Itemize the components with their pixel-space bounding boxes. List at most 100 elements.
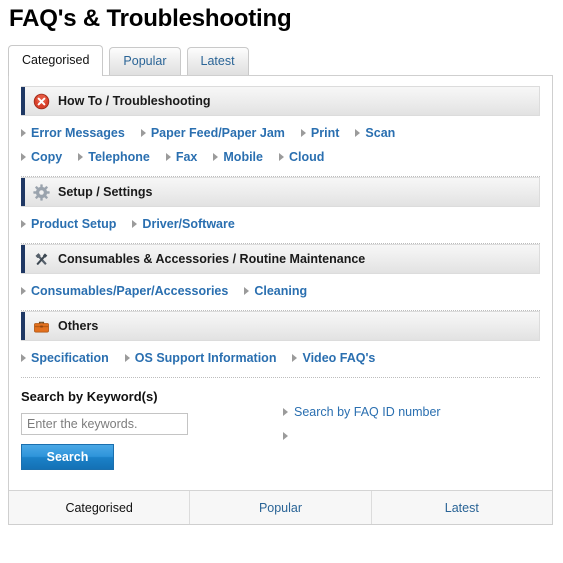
bottom-tab-popular[interactable]: Popular	[190, 491, 372, 524]
tab-label: Categorised	[22, 53, 90, 67]
side-link-row: Search by FAQ ID number	[283, 402, 540, 422]
arrow-right-icon	[300, 129, 306, 137]
bottom-tab-label: Categorised	[65, 500, 133, 515]
faq-link-label: Video FAQ's	[302, 351, 376, 365]
faq-link-label: Product Setup	[31, 217, 117, 231]
faq-link-label: Cloud	[288, 150, 325, 164]
bottom-tab-latest[interactable]: Latest	[371, 491, 552, 524]
search-by-faq-id-link[interactable]: Search by FAQ ID number	[283, 403, 441, 421]
arrow-right-icon	[132, 220, 138, 228]
arrow-right-icon	[21, 129, 26, 137]
category-accent-bar	[21, 245, 25, 273]
side-link-empty[interactable]	[283, 432, 294, 440]
page-title: FAQ's & Troubleshooting	[9, 5, 292, 32]
error-circle-icon	[33, 93, 50, 110]
category-header-others: Others	[21, 311, 540, 341]
faq-link-os-support-information[interactable]: OS Support Information	[124, 349, 277, 367]
faq-link-consumables-paper-accessories[interactable]: Consumables/Paper/Accessories	[21, 282, 228, 300]
arrow-right-icon	[21, 354, 26, 362]
arrow-right-icon	[355, 129, 361, 137]
links-row: Product Setup Driver/Software	[21, 212, 540, 236]
arrow-right-icon	[165, 153, 171, 161]
faq-link-copy[interactable]: Copy	[21, 148, 62, 166]
category-accent-bar	[21, 178, 25, 206]
search-area: Search by Keyword(s) Search Search by FA…	[21, 378, 540, 484]
faq-link-label: Print	[310, 126, 340, 140]
faq-panel-body: How To / Troubleshooting Error Messages Pa…	[9, 76, 552, 490]
search-right-column: Search by FAQ ID number	[283, 389, 540, 470]
faq-link-error-messages[interactable]: Error Messages	[21, 124, 125, 142]
arrow-right-icon	[283, 432, 288, 440]
links-row: Copy Telephone Fax Mobile Cloud	[21, 145, 540, 169]
arrow-right-icon	[21, 220, 26, 228]
faq-link-label: Specification	[31, 351, 109, 365]
tab-latest[interactable]: Latest	[186, 47, 249, 76]
faq-link-label: Error Messages	[31, 126, 125, 140]
faq-link-print[interactable]: Print	[300, 124, 340, 142]
category-accent-bar	[21, 87, 25, 115]
faq-link-label: Scan	[365, 126, 396, 140]
category-header-setup-settings: Setup / Settings	[21, 177, 540, 207]
links-row: Specification OS Support Information Video…	[21, 346, 540, 370]
faq-link-label: Fax	[175, 150, 198, 164]
faq-link-scan[interactable]: Scan	[355, 124, 395, 142]
arrow-right-icon	[244, 287, 250, 295]
tab-categorised[interactable]: Categorised	[8, 45, 104, 76]
tab-strip: Categorised Popular Latest	[8, 44, 563, 76]
category-links-others: Specification OS Support Information Video…	[21, 341, 540, 378]
category-title: How To / Troubleshooting	[58, 94, 211, 108]
faq-link-label: Cleaning	[254, 284, 308, 298]
tools-icon	[33, 251, 50, 268]
category-list: How To / Troubleshooting Error Messages Pa…	[21, 86, 540, 378]
faq-link-label: Driver/Software	[142, 217, 235, 231]
bottom-tab-categorised[interactable]: Categorised	[9, 491, 191, 524]
faq-link-specification[interactable]: Specification	[21, 349, 109, 367]
search-input[interactable]	[21, 413, 188, 435]
side-link-row	[283, 426, 540, 446]
faq-link-label: Telephone	[88, 150, 150, 164]
faq-link-telephone[interactable]: Telephone	[78, 148, 150, 166]
faq-link-cleaning[interactable]: Cleaning	[244, 282, 307, 300]
category-title: Setup / Settings	[58, 185, 153, 199]
category-links-how-to-troubleshooting: Error Messages Paper Feed/Paper Jam Print S…	[21, 116, 540, 177]
category-title: Consumables & Accessories / Routine Main…	[58, 252, 366, 266]
faq-link-video-faq-s[interactable]: Video FAQ's	[292, 349, 375, 367]
category-header-consumables-accessories-routine-maintenance: Consumables & Accessories / Routine Main…	[21, 244, 540, 274]
side-link-label: Search by FAQ ID number	[294, 405, 441, 419]
arrow-right-icon	[292, 354, 298, 362]
faq-panel: How To / Troubleshooting Error Messages Pa…	[8, 75, 553, 525]
search-by-keyword-label: Search by Keyword(s)	[21, 389, 158, 404]
links-row: Consumables/Paper/Accessories Cleaning	[21, 279, 540, 303]
arrow-right-icon	[283, 408, 288, 416]
faq-link-label: Copy	[31, 150, 63, 164]
faq-link-mobile[interactable]: Mobile	[213, 148, 263, 166]
search-button[interactable]: Search	[21, 444, 114, 470]
tab-label: Popular	[123, 54, 167, 68]
category-title: Others	[58, 319, 99, 333]
bottom-tab-label: Latest	[444, 500, 479, 515]
faq-link-label: Paper Feed/Paper Jam	[150, 126, 285, 140]
category-header-how-to-troubleshooting: How To / Troubleshooting	[21, 86, 540, 116]
arrow-right-icon	[124, 354, 130, 362]
bottom-tab-bar: Categorised Popular Latest	[9, 490, 552, 524]
search-left-column: Search by Keyword(s) Search	[21, 389, 283, 470]
arrow-right-icon	[213, 153, 219, 161]
gear-icon	[33, 183, 50, 201]
faq-link-paper-feed-paper-jam[interactable]: Paper Feed/Paper Jam	[140, 124, 285, 142]
arrow-right-icon	[278, 153, 284, 161]
tab-popular[interactable]: Popular	[109, 47, 181, 76]
faq-link-label: Consumables/Paper/Accessories	[31, 284, 229, 298]
category-accent-bar	[21, 312, 25, 340]
tab-label: Latest	[200, 54, 235, 68]
arrow-right-icon	[21, 287, 26, 295]
faq-link-product-setup[interactable]: Product Setup	[21, 215, 116, 233]
bottom-tab-label: Popular	[258, 500, 303, 515]
arrow-right-icon	[78, 153, 84, 161]
category-links-consumables-accessories-routine-maintenance: Consumables/Paper/Accessories Cleaning	[21, 274, 540, 311]
faq-link-label: OS Support Information	[134, 351, 277, 365]
faq-link-driver-software[interactable]: Driver/Software	[132, 215, 235, 233]
arrow-right-icon	[21, 153, 26, 161]
faq-link-cloud[interactable]: Cloud	[278, 148, 325, 166]
faq-link-fax[interactable]: Fax	[165, 148, 198, 166]
category-links-setup-settings: Product Setup Driver/Software	[21, 207, 540, 244]
